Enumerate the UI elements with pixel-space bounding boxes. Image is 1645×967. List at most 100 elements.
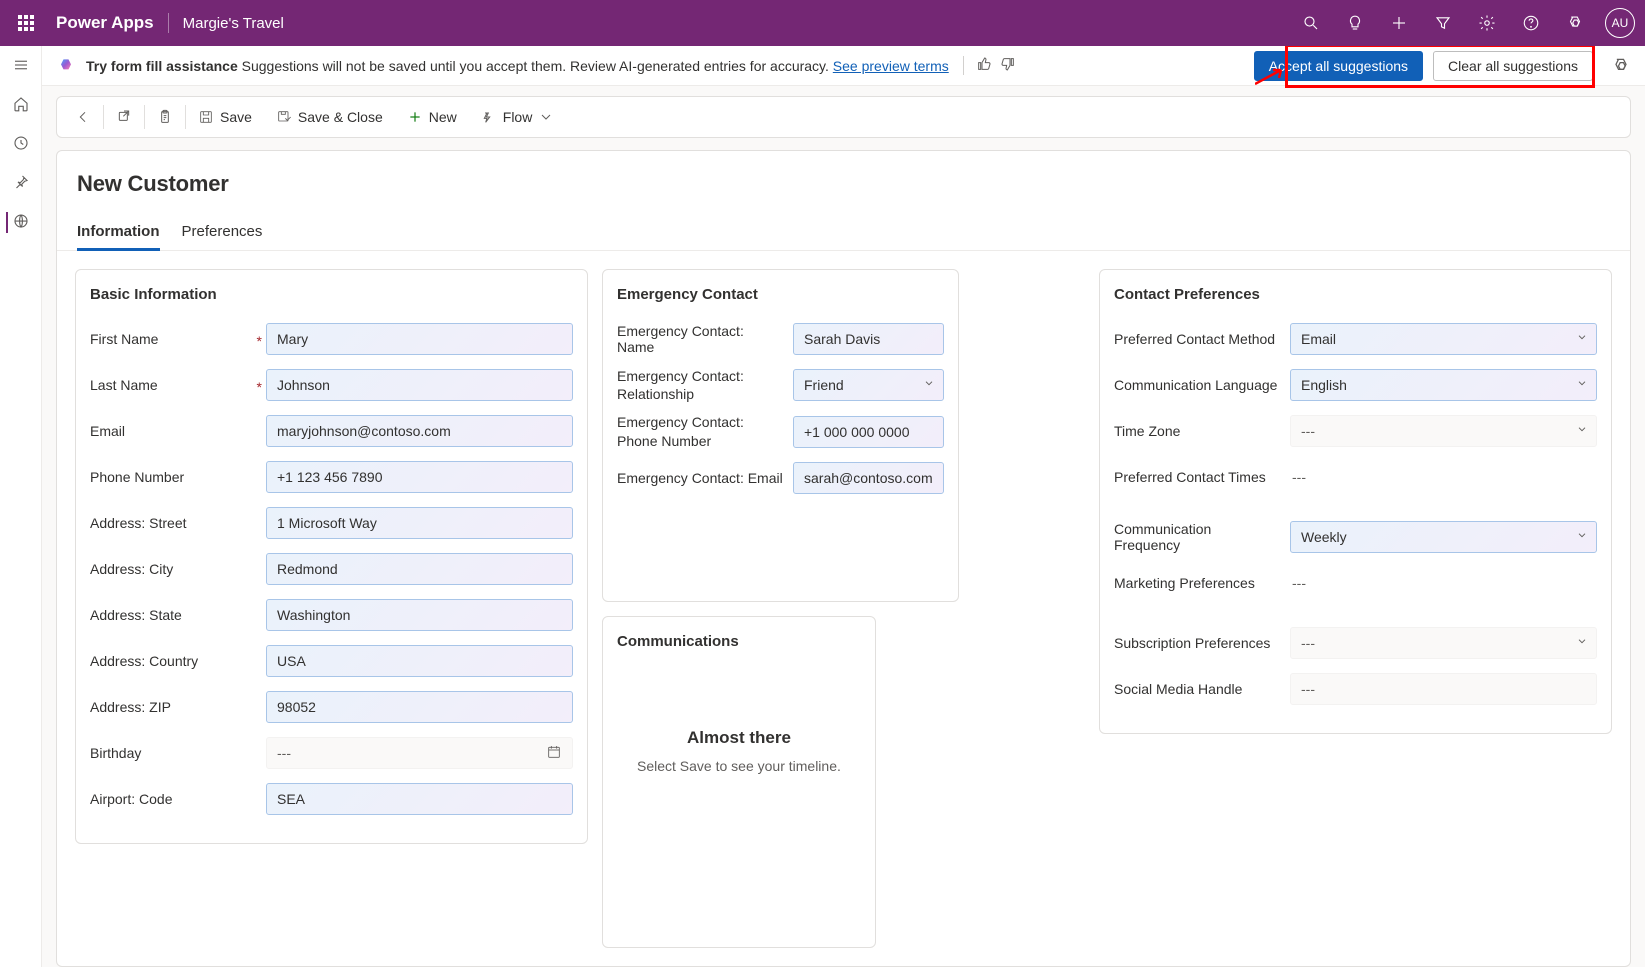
add-icon[interactable] — [1379, 0, 1419, 46]
chevron-down-icon — [1576, 634, 1588, 650]
copilot-side-icon[interactable] — [1611, 56, 1631, 79]
prefs-title: Contact Preferences — [1114, 286, 1597, 303]
lightbulb-icon[interactable] — [1335, 0, 1375, 46]
app-name: Power Apps — [56, 13, 154, 33]
marketing-value[interactable]: --- — [1290, 575, 1597, 591]
subs-select[interactable]: --- — [1290, 627, 1597, 659]
city-input[interactable]: Redmond — [266, 553, 573, 585]
copilot-icon — [56, 56, 76, 76]
phone-label: Phone Number — [90, 469, 266, 485]
chevron-down-icon — [538, 109, 554, 125]
banner-link[interactable]: See preview terms — [833, 58, 949, 74]
chevron-down-icon — [1576, 376, 1588, 392]
left-nav-rail — [0, 46, 42, 967]
globe-icon[interactable] — [6, 212, 30, 233]
lang-select[interactable]: English — [1290, 369, 1597, 401]
empty-subtitle: Select Save to see your timeline. — [637, 758, 841, 774]
zip-input[interactable]: 98052 — [266, 691, 573, 723]
state-label: Address: State — [90, 607, 266, 623]
emergency-panel: Emergency Contact Emergency Contact: Nam… — [602, 269, 959, 602]
social-label: Social Media Handle — [1114, 681, 1290, 697]
chevron-down-icon — [1576, 528, 1588, 544]
topbar: Power Apps Margie's Travel AU — [0, 0, 1645, 46]
new-button[interactable]: New — [395, 96, 469, 138]
country-label: Address: Country — [90, 653, 266, 669]
empty-title: Almost there — [637, 728, 841, 748]
clear-all-button[interactable]: Clear all suggestions — [1433, 51, 1593, 81]
page-title: New Customer — [77, 171, 1610, 197]
save-close-label: Save & Close — [298, 109, 383, 125]
ec-email-label: Emergency Contact: Email — [617, 470, 793, 486]
country-input[interactable]: USA — [266, 645, 573, 677]
banner-text: Try form fill assistance Suggestions wil… — [86, 58, 949, 74]
birthday-label: Birthday — [90, 745, 266, 761]
communications-title: Communications — [617, 633, 861, 650]
new-label: New — [429, 109, 457, 125]
first-name-label: First Name — [90, 331, 266, 347]
flow-button[interactable]: Flow — [469, 96, 567, 138]
open-new-window-button[interactable] — [104, 96, 144, 138]
communications-panel: Communications Almost there Select Save … — [602, 616, 876, 949]
method-label: Preferred Contact Method — [1114, 331, 1290, 347]
thumbs-up-icon[interactable] — [976, 56, 992, 75]
chevron-down-icon — [1576, 330, 1588, 346]
birthday-input[interactable]: --- — [266, 737, 573, 769]
freq-label: Communication Frequency — [1114, 521, 1290, 553]
ec-name-label: Emergency Contact: Name — [617, 323, 793, 355]
email-label: Email — [90, 423, 266, 439]
street-input[interactable]: 1 Microsoft Way — [266, 507, 573, 539]
first-name-input[interactable]: Mary — [266, 323, 573, 355]
tz-label: Time Zone — [1114, 423, 1290, 439]
feedback-group — [963, 56, 1016, 75]
chevron-down-icon — [923, 376, 935, 392]
basic-info-title: Basic Information — [90, 286, 573, 303]
back-button[interactable] — [63, 96, 103, 138]
separator — [168, 13, 169, 33]
environment-name[interactable]: Margie's Travel — [183, 15, 284, 32]
save-button[interactable]: Save — [186, 96, 264, 138]
prefs-panel: Contact Preferences Preferred Contact Me… — [1099, 269, 1612, 734]
settings-icon[interactable] — [1467, 0, 1507, 46]
ec-phone-input[interactable]: +1 000 000 0000 — [793, 416, 944, 448]
search-icon[interactable] — [1291, 0, 1331, 46]
airport-label: Airport: Code — [90, 791, 266, 807]
method-select[interactable]: Email — [1290, 323, 1597, 355]
calendar-icon[interactable] — [546, 744, 562, 763]
hamburger-icon[interactable] — [12, 56, 30, 77]
pin-icon[interactable] — [12, 173, 30, 194]
ec-name-input[interactable]: Sarah Davis — [793, 323, 944, 355]
home-icon[interactable] — [12, 95, 30, 116]
tab-preferences[interactable]: Preferences — [182, 223, 263, 250]
email-input[interactable]: maryjohnson@contoso.com — [266, 415, 573, 447]
clipboard-button[interactable] — [145, 96, 185, 138]
accept-all-button[interactable]: Accept all suggestions — [1254, 51, 1423, 81]
phone-input[interactable]: +1 123 456 7890 — [266, 461, 573, 493]
zip-label: Address: ZIP — [90, 699, 266, 715]
tab-information[interactable]: Information — [77, 223, 160, 250]
subs-label: Subscription Preferences — [1114, 635, 1290, 651]
help-icon[interactable] — [1511, 0, 1551, 46]
app-launcher[interactable] — [10, 7, 42, 39]
save-close-button[interactable]: Save & Close — [264, 96, 395, 138]
times-value[interactable]: --- — [1290, 469, 1597, 485]
ec-email-input[interactable]: sarah@contoso.com — [793, 462, 944, 494]
freq-select[interactable]: Weekly — [1290, 521, 1597, 553]
emergency-title: Emergency Contact — [617, 286, 944, 303]
airport-input[interactable]: SEA — [266, 783, 573, 815]
filter-icon[interactable] — [1423, 0, 1463, 46]
social-input[interactable]: --- — [1290, 673, 1597, 705]
last-name-input[interactable]: Johnson — [266, 369, 573, 401]
banner-bold: Try form fill assistance — [86, 58, 238, 74]
times-label: Preferred Contact Times — [1114, 469, 1290, 485]
copilot-top-icon[interactable] — [1555, 0, 1595, 46]
tz-select[interactable]: --- — [1290, 415, 1597, 447]
thumbs-down-icon[interactable] — [1000, 56, 1016, 75]
flow-label: Flow — [503, 109, 533, 125]
user-avatar[interactable]: AU — [1605, 8, 1635, 38]
state-input[interactable]: Washington — [266, 599, 573, 631]
basic-info-panel: Basic Information First NameMary Last Na… — [75, 269, 588, 844]
banner-msg: Suggestions will not be saved until you … — [238, 58, 833, 74]
ec-rel-select[interactable]: Friend — [793, 369, 944, 401]
street-label: Address: Street — [90, 515, 266, 531]
recent-icon[interactable] — [12, 134, 30, 155]
